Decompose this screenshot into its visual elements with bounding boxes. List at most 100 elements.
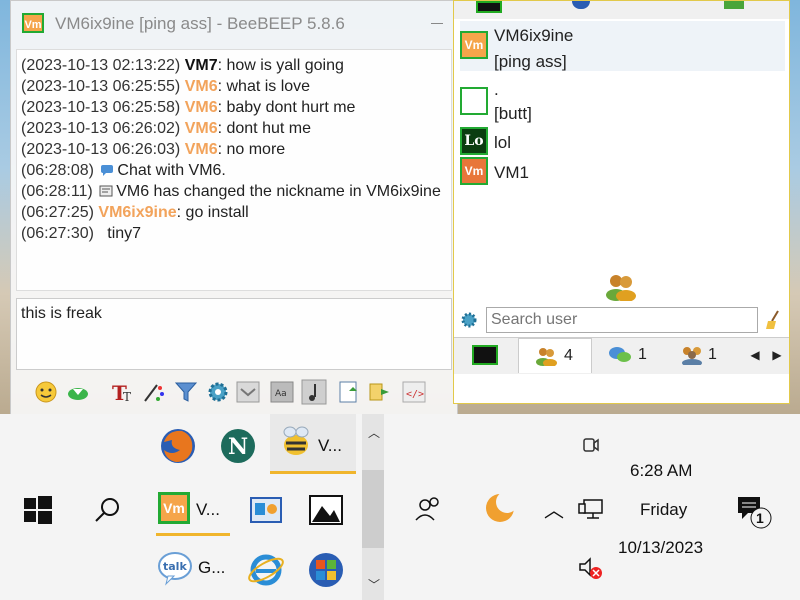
message-nick: VM6 <box>184 141 218 158</box>
beebeep-app-icon: Vm <box>22 13 44 33</box>
user-list-item[interactable]: Vm VM6ix9ine [ping ass] <box>460 21 785 71</box>
minimize-button[interactable] <box>431 23 443 24</box>
chat-toolbar: TT Aa </> <box>29 379 449 407</box>
network-icon[interactable] <box>578 498 604 520</box>
spell-check-icon[interactable]: Aa <box>269 379 295 405</box>
night-light-icon[interactable] <box>480 488 520 528</box>
vm-avatar-icon: Vm <box>158 492 190 524</box>
users-online-icon <box>606 275 636 301</box>
message-row: (06:27:25) VM6ix9ine: go install <box>21 204 249 221</box>
user-list-icon <box>536 348 557 366</box>
user-list-item[interactable]: Lo lol <box>460 117 785 155</box>
search-row <box>458 307 784 335</box>
music-note-icon[interactable] <box>301 379 327 405</box>
message-nick: VM7 <box>184 57 218 74</box>
taskbar-scrollbar[interactable]: ︿ ﹀ <box>362 414 384 600</box>
tab-users[interactable]: 4 <box>518 338 592 373</box>
gtalk-taskbar-button[interactable]: talk G... <box>156 548 230 598</box>
windows-media-icon[interactable] <box>306 550 346 590</box>
netscape-icon[interactable]: N <box>218 426 258 466</box>
chat-bubble-icon <box>101 165 114 176</box>
svg-text:Aa: Aa <box>275 389 287 399</box>
search-user-input[interactable] <box>486 307 758 333</box>
share-icon[interactable] <box>367 379 393 405</box>
show-hidden-icons-chevron-icon[interactable]: ︿ <box>544 494 564 523</box>
color-picker-icon[interactable] <box>141 379 167 405</box>
window-title: VM6ix9ine [ping ass] - BeeBEEP 5.8.6 <box>55 14 345 33</box>
system-message-row: (06:28:11) VM6 has changed the nickname … <box>21 183 441 200</box>
volume-muted-icon[interactable] <box>578 556 604 580</box>
message-nick: VM6 <box>184 99 218 116</box>
chat-window: Vm VM6ix9ine [ping ass] - BeeBEEP 5.8.6 … <box>10 0 458 416</box>
user-list-item[interactable]: Vm VM1 <box>460 147 785 185</box>
message-row: (2023-10-13 06:26:03) VM6: no more <box>21 141 286 158</box>
send-file-icon[interactable] <box>65 379 91 405</box>
tab-chats[interactable]: 1 <box>600 338 660 372</box>
taskbar: N V... ︿ ﹀ 6:28 AM Vm V... ︿ Friday 1 ta… <box>0 414 800 600</box>
scrollbar-thumb[interactable] <box>362 470 384 548</box>
user-name: VM1 <box>494 163 529 182</box>
avatar: Vm <box>460 157 488 185</box>
tab-chats-count: 1 <box>638 346 647 363</box>
svg-text:</>: </> <box>406 389 424 400</box>
search-settings-icon[interactable] <box>460 311 478 329</box>
clock-time: 6:28 AM <box>630 461 693 480</box>
windows-start-icon[interactable] <box>18 490 58 530</box>
message-row: (2023-10-13 06:25:55) VM6: what is love <box>21 78 311 95</box>
options-icon[interactable] <box>724 1 744 9</box>
status-icon[interactable] <box>476 1 502 13</box>
active-indicator <box>156 533 230 536</box>
user-tabs: 4 1 1 ◀ ▶ <box>454 337 789 374</box>
beebeep-icon <box>283 426 309 455</box>
search-icon[interactable] <box>88 490 128 530</box>
message-row: (2023-10-13 02:13:22) VM7: how is yall g… <box>21 57 344 74</box>
message-nick: VM6ix9ine <box>98 204 177 221</box>
svg-text:N: N <box>228 434 248 460</box>
beebeep-taskbar-button[interactable]: V... <box>270 414 356 474</box>
control-panel-icon[interactable] <box>246 490 286 530</box>
message-input-text: this is freak <box>21 305 102 322</box>
svg-text:T: T <box>123 390 131 404</box>
save-chat-icon[interactable] <box>235 379 261 405</box>
clock-day: Friday <box>640 500 688 519</box>
clear-search-icon[interactable] <box>764 309 784 331</box>
avatar <box>460 87 488 115</box>
info-icon[interactable] <box>572 1 590 9</box>
active-indicator <box>270 471 356 474</box>
group-icon <box>682 347 702 365</box>
message-input[interactable]: this is freak <box>16 298 452 370</box>
settings-gear-icon[interactable] <box>205 379 231 405</box>
emoticon-icon[interactable] <box>33 379 59 405</box>
notification-center-icon[interactable] <box>736 494 772 530</box>
message-row: (2023-10-13 06:25:58) VM6: baby dont hur… <box>21 99 356 116</box>
user-name: . <box>494 80 499 99</box>
scroll-up-icon[interactable]: ︿ <box>368 424 380 441</box>
message-row: (2023-10-13 06:26:02) VM6: dont hut me <box>21 120 311 137</box>
message-history: (2023-10-13 02:13:22) VM7: how is yall g… <box>16 49 452 291</box>
scroll-down-icon[interactable]: ﹀ <box>368 576 380 593</box>
font-icon[interactable]: TT <box>109 379 135 405</box>
talk-icon: talk <box>158 552 192 586</box>
code-icon[interactable]: </> <box>401 379 427 405</box>
firefox-icon[interactable] <box>158 426 198 466</box>
tab-status[interactable] <box>462 338 506 372</box>
message-row: (06:27:30) tiny7 <box>21 225 142 242</box>
photos-icon[interactable] <box>306 490 346 530</box>
clock-date: 10/13/2023 <box>618 538 704 557</box>
internet-explorer-icon[interactable] <box>246 550 286 590</box>
tab-groups[interactable]: 1 <box>674 338 734 372</box>
beebeep-vm-taskbar-button[interactable]: Vm V... <box>156 488 230 538</box>
rename-card-icon <box>99 185 113 197</box>
message-nick: VM6 <box>184 120 218 137</box>
tab-users-count: 4 <box>564 347 573 364</box>
notification-count: 1 <box>756 510 764 526</box>
tab-scroll-right[interactable]: ▶ <box>768 338 786 372</box>
tab-scroll-left[interactable]: ◀ <box>746 338 764 372</box>
camera-icon[interactable] <box>582 434 600 456</box>
svg-text:talk: talk <box>163 560 187 573</box>
people-icon[interactable] <box>408 490 448 530</box>
chat-titlebar[interactable]: Vm VM6ix9ine [ping ass] - BeeBEEP 5.8.6 <box>11 1 457 49</box>
user-name: VM6ix9ine <box>494 26 574 45</box>
document-icon[interactable] <box>335 379 361 405</box>
filter-icon[interactable] <box>173 379 199 405</box>
